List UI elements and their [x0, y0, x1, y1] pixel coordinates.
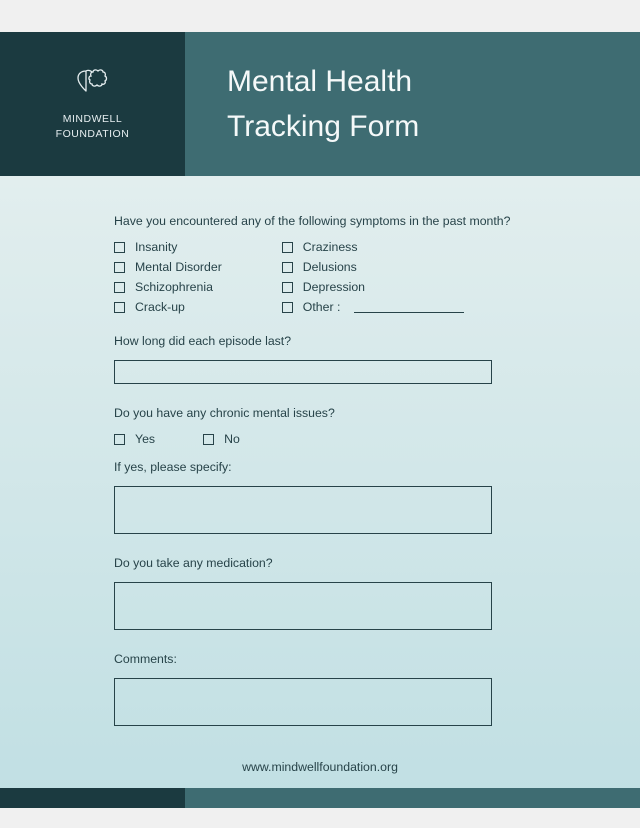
heart-brain-icon: [75, 67, 111, 102]
symptom-row: Other :: [282, 300, 465, 314]
symptoms-grid: Insanity Mental Disorder Schizophrenia C…: [114, 240, 526, 314]
question-medication: Do you take any medication?: [114, 556, 526, 570]
symptom-row: Schizophrenia: [114, 280, 222, 294]
footer-url: www.mindwellfoundation.org: [0, 760, 640, 774]
other-label: Other :: [303, 300, 341, 314]
form-body: Have you encountered any of the followin…: [0, 176, 640, 808]
symptom-row: Craziness: [282, 240, 465, 254]
symptom-label: Crack-up: [135, 300, 185, 314]
symptom-label: Craziness: [303, 240, 358, 254]
yes-no-row: Yes No: [114, 432, 526, 446]
checkbox-craziness[interactable]: [282, 242, 293, 253]
symptom-row: Insanity: [114, 240, 222, 254]
symptom-label: Schizophrenia: [135, 280, 213, 294]
page-title: Mental Health Tracking Form: [227, 59, 419, 149]
logo-block: MINDWELL FOUNDATION: [0, 32, 185, 176]
org-line2: FOUNDATION: [56, 127, 130, 142]
symptom-row: Depression: [282, 280, 465, 294]
bottom-dark: [0, 788, 185, 808]
page: MINDWELL FOUNDATION Mental Health Tracki…: [0, 0, 640, 828]
checkbox-depression[interactable]: [282, 282, 293, 293]
header: MINDWELL FOUNDATION Mental Health Tracki…: [0, 32, 640, 176]
no-row: No: [203, 432, 240, 446]
checkbox-mental-disorder[interactable]: [114, 262, 125, 273]
symptom-label: Depression: [303, 280, 365, 294]
yes-row: Yes: [114, 432, 155, 446]
symptom-label: Insanity: [135, 240, 177, 254]
checkbox-other[interactable]: [282, 302, 293, 313]
comments-input[interactable]: [114, 678, 492, 726]
no-label: No: [224, 432, 240, 446]
checkbox-no[interactable]: [203, 434, 214, 445]
title-block: Mental Health Tracking Form: [185, 32, 640, 176]
checkbox-delusions[interactable]: [282, 262, 293, 273]
checkbox-yes[interactable]: [114, 434, 125, 445]
org-line1: MINDWELL: [56, 112, 130, 127]
symptom-row: Delusions: [282, 260, 465, 274]
specify-input[interactable]: [114, 486, 492, 534]
symptom-label: Delusions: [303, 260, 357, 274]
top-margin: [0, 0, 640, 32]
other-input-line[interactable]: [354, 302, 464, 313]
form-content: Have you encountered any of the followin…: [0, 214, 640, 726]
symptoms-col-1: Insanity Mental Disorder Schizophrenia C…: [114, 240, 222, 314]
bottom-strip: [0, 788, 640, 808]
medication-input[interactable]: [114, 582, 492, 630]
question-episode-length: How long did each episode last?: [114, 334, 526, 348]
episode-length-input[interactable]: [114, 360, 492, 384]
symptom-row: Mental Disorder: [114, 260, 222, 274]
question-comments: Comments:: [114, 652, 526, 666]
symptom-label: Mental Disorder: [135, 260, 222, 274]
question-chronic: Do you have any chronic mental issues?: [114, 406, 526, 420]
question-symptoms: Have you encountered any of the followin…: [114, 214, 526, 228]
yes-label: Yes: [135, 432, 155, 446]
question-specify: If yes, please specify:: [114, 460, 526, 474]
symptom-row: Crack-up: [114, 300, 222, 314]
checkbox-insanity[interactable]: [114, 242, 125, 253]
checkbox-crack-up[interactable]: [114, 302, 125, 313]
bottom-light: [185, 788, 640, 808]
checkbox-schizophrenia[interactable]: [114, 282, 125, 293]
org-name: MINDWELL FOUNDATION: [56, 112, 130, 141]
symptoms-col-2: Craziness Delusions Depression Other :: [282, 240, 465, 314]
